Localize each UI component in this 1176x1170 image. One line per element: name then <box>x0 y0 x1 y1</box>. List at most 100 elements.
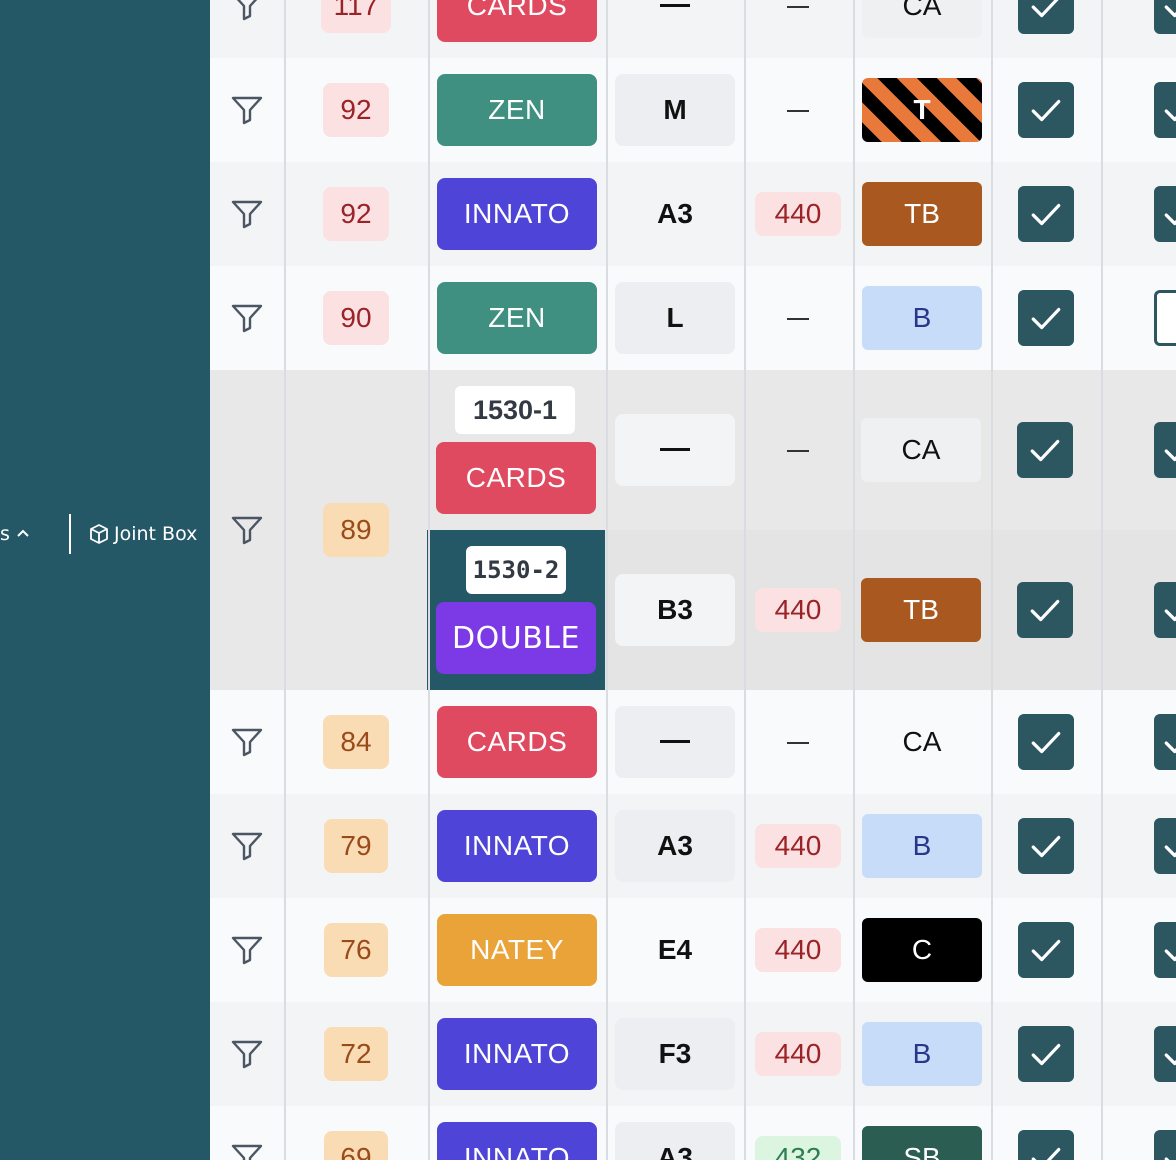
sidebar-item-label: Joint Box <box>114 523 198 545</box>
voltage-badge: 440 <box>755 192 841 236</box>
row-checkbox[interactable] <box>1018 818 1074 874</box>
empty-value-dash <box>787 318 809 320</box>
empty-value-dash <box>787 742 809 744</box>
check-icon <box>1164 845 1176 858</box>
connector-code: 1530-2 <box>466 546 566 594</box>
connector-code: 1530-1 <box>455 386 575 434</box>
empty-value-dash <box>787 6 809 8</box>
type-badge: C <box>862 918 982 982</box>
grid-cell: E4 <box>657 934 693 965</box>
row-checkbox-secondary[interactable] <box>1154 290 1176 346</box>
table-row: 117 CARDS CA <box>210 0 1176 58</box>
column-divider <box>606 0 608 1162</box>
category-tag[interactable]: CARDS <box>437 706 597 778</box>
row-checkbox-secondary[interactable] <box>1154 0 1176 34</box>
filter-icon[interactable] <box>230 302 264 334</box>
check-icon <box>1031 835 1061 858</box>
filter-icon[interactable] <box>230 1038 264 1070</box>
category-tag[interactable]: ZEN <box>437 282 597 354</box>
row-checkbox-secondary[interactable] <box>1154 82 1176 138</box>
check-icon <box>1030 439 1060 462</box>
category-tag[interactable]: INNATO <box>437 1018 597 1090</box>
type-badge: B <box>862 814 982 878</box>
row-checkbox[interactable] <box>1018 922 1074 978</box>
score-badge: 89 <box>323 503 389 557</box>
grid-cell: B3 <box>615 574 735 646</box>
filter-icon[interactable] <box>230 0 264 22</box>
cube-icon <box>90 524 108 544</box>
grid-cell: L <box>615 282 735 354</box>
category-tag[interactable]: NATEY <box>437 914 597 986</box>
voltage-badge: 440 <box>755 928 841 972</box>
filter-icon[interactable] <box>230 198 264 230</box>
row-checkbox[interactable] <box>1018 82 1074 138</box>
row-checkbox[interactable] <box>1017 582 1073 638</box>
empty-value-dash <box>787 450 809 452</box>
empty-value-dash <box>660 740 690 743</box>
type-badge: CA <box>862 0 982 38</box>
type-badge: CA <box>902 726 942 757</box>
sidebar-collapse-toggle[interactable]: s <box>0 523 32 545</box>
check-icon <box>1031 731 1061 754</box>
filter-icon[interactable] <box>230 934 264 966</box>
score-badge: 117 <box>321 0 391 33</box>
check-icon-wrap <box>1162 197 1176 236</box>
row-checkbox-secondary[interactable] <box>1154 186 1176 242</box>
score-badge: 76 <box>324 923 388 977</box>
row-checkbox-secondary[interactable] <box>1154 422 1176 478</box>
row-checkbox[interactable] <box>1018 714 1074 770</box>
column-divider <box>284 0 286 1162</box>
type-badge: B <box>862 1022 982 1086</box>
check-icon-wrap <box>1162 0 1176 28</box>
filter-icon[interactable] <box>230 726 264 758</box>
filter-icon[interactable] <box>230 94 264 126</box>
table-row: 89 1530-1 CARDS CA 1530-2 DOUBLE B3 440 TB <box>210 370 1176 690</box>
row-checkbox[interactable] <box>1017 422 1073 478</box>
row-checkbox[interactable] <box>1018 290 1074 346</box>
table-row: 76 NATEY E4 440 C <box>210 898 1176 1002</box>
check-icon <box>1164 5 1176 18</box>
grid-cell: A3 <box>615 810 735 882</box>
row-checkbox[interactable] <box>1018 186 1074 242</box>
row-checkbox-secondary[interactable] <box>1154 582 1176 638</box>
row-checkbox[interactable] <box>1018 0 1074 34</box>
check-icon <box>1164 213 1176 226</box>
type-badge: CA <box>861 418 981 482</box>
score-badge: 92 <box>323 83 389 137</box>
row-checkbox-secondary[interactable] <box>1154 714 1176 770</box>
table-row: 84 CARDS CA <box>210 690 1176 794</box>
check-icon-wrap <box>1162 1037 1176 1076</box>
sidebar: s Joint Box <box>0 0 210 1170</box>
category-tag[interactable]: CARDS <box>437 0 597 42</box>
filter-icon[interactable] <box>230 830 264 862</box>
table-row: 92 ZEN M T <box>210 58 1176 162</box>
column-divider <box>744 0 746 1162</box>
check-icon-wrap <box>1162 433 1176 472</box>
row-checkbox-secondary[interactable] <box>1154 922 1176 978</box>
check-icon <box>1031 1043 1061 1066</box>
type-badge: TB <box>862 182 982 246</box>
category-tag[interactable]: INNATO <box>437 178 597 250</box>
chevron-up-icon <box>17 529 29 537</box>
row-checkbox-secondary[interactable] <box>1154 1026 1176 1082</box>
table-row: 92 INNATO A3 440 TB <box>210 162 1176 266</box>
check-icon <box>1164 449 1176 462</box>
category-tag[interactable]: INNATO <box>437 810 597 882</box>
score-badge: 72 <box>324 1027 388 1081</box>
category-tag[interactable]: DOUBLE <box>436 602 596 674</box>
check-icon <box>1164 109 1176 122</box>
column-divider <box>853 0 855 1162</box>
check-icon <box>1031 0 1059 18</box>
filter-icon[interactable] <box>230 514 264 546</box>
table-row: 79 INNATO A3 440 B <box>210 794 1176 898</box>
sidebar-item-joint-box[interactable]: Joint Box <box>88 523 197 545</box>
type-badge: T <box>862 78 982 142</box>
grid-cell: M <box>615 74 735 146</box>
category-tag[interactable]: CARDS <box>436 442 596 514</box>
score-badge: 92 <box>323 187 389 241</box>
row-checkbox[interactable] <box>1018 1026 1074 1082</box>
voltage-badge: 440 <box>755 824 841 868</box>
category-tag[interactable]: ZEN <box>437 74 597 146</box>
row-checkbox-secondary[interactable] <box>1154 818 1176 874</box>
grid-cell: A3 <box>657 198 693 229</box>
